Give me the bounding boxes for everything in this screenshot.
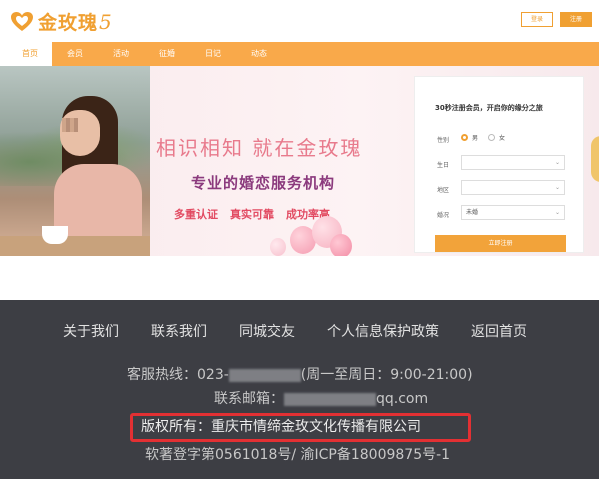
gender-female-radio[interactable]: [488, 134, 496, 141]
heart-logo-icon: [11, 11, 33, 31]
chevron-down-icon: ⌄: [554, 184, 560, 191]
gender-radio-group: 男 女: [461, 133, 505, 142]
gender-male-radio[interactable]: [461, 134, 468, 141]
birthday-label: 生日: [437, 162, 450, 169]
marital-label: 婚况: [437, 212, 450, 219]
balloon-icon: [330, 234, 352, 256]
gender-female-label: 女: [499, 135, 506, 142]
site-footer: 关于我们 联系我们 同城交友 个人信息保护政策 返回首页 客服热线：023- (周…: [0, 300, 599, 479]
nav-item-members[interactable]: 会员: [52, 42, 98, 66]
region-select[interactable]: ⌄: [461, 180, 565, 195]
nav-item-diary[interactable]: 日记: [190, 42, 236, 66]
carousel-arrow[interactable]: [591, 136, 599, 182]
gender-label: 性别: [437, 137, 450, 144]
nav-item-events[interactable]: 活动: [98, 42, 144, 66]
login-button[interactable]: 登录: [521, 12, 553, 27]
nav-item-matchmaking[interactable]: 征婚: [144, 42, 190, 66]
marital-select-value: 未婚: [466, 209, 479, 216]
region-label: 地区: [437, 187, 450, 194]
contact-email: 联系邮箱： qq.com: [214, 388, 428, 408]
chevron-down-icon: ⌄: [554, 209, 560, 216]
copyright-highlight-box: [130, 413, 471, 442]
hotline-prefix: 客服热线：023-: [127, 367, 229, 383]
hero-slogan-sub: 专业的婚恋服务机构: [191, 174, 336, 192]
hero-slogan-main: 相识相知 就在金玫瑰: [156, 136, 363, 160]
page: 金玫瑰 5 登录 注册 首页 会员 活动 征婚 日记 动态 相识相知 就在金玫瑰…: [0, 0, 600, 485]
service-hotline: 客服热线：023- (周一至周日：9:00-21:00): [127, 364, 473, 384]
footer-link-local-dating[interactable]: 同城交友: [239, 321, 295, 341]
site-header: 金玫瑰 5 登录 注册: [0, 0, 600, 42]
footer-link-contact[interactable]: 联系我们: [151, 321, 207, 341]
main-nav: 首页 会员 活动 征婚 日记 动态: [8, 42, 599, 66]
chevron-down-icon: ⌄: [554, 159, 560, 166]
feature-authentic: 真实可靠: [230, 208, 274, 221]
email-domain: qq.com: [376, 391, 429, 407]
hero-photo: [0, 66, 150, 256]
register-button[interactable]: 注册: [560, 12, 592, 27]
feature-verification: 多重认证: [174, 208, 218, 221]
birthday-select[interactable]: ⌄: [461, 155, 565, 170]
email-prefix: 联系邮箱：: [214, 391, 284, 407]
site-logo[interactable]: 金玫瑰 5: [10, 8, 112, 35]
redacted-email: [284, 392, 376, 406]
gender-male-label: 男: [472, 135, 479, 142]
footer-links: 关于我们 联系我们 同城交友 个人信息保护政策 返回首页: [63, 321, 559, 341]
registration-info: 软著登字第0561018号/ 渝ICP备18009875号-1: [145, 447, 451, 463]
register-card-title: 30秒注册会员，开启你的缘分之旅: [435, 104, 543, 112]
register-now-button[interactable]: 立即注册: [435, 235, 566, 252]
marital-select[interactable]: 未婚 ⌄: [461, 205, 565, 220]
quick-register-card: 30秒注册会员，开启你的缘分之旅 性别 男 女 生日 ⌄ 地区 ⌄ 婚况 未婚 …: [414, 76, 584, 253]
nav-item-home[interactable]: 首页: [8, 42, 52, 66]
redacted-phone: [228, 368, 301, 382]
balloon-icon: [270, 238, 286, 256]
nav-item-updates[interactable]: 动态: [236, 42, 282, 66]
logo-text: 金玫瑰: [38, 12, 99, 34]
footer-link-about[interactable]: 关于我们: [63, 321, 119, 341]
hotline-hours: (周一至周日：9:00-21:00): [300, 367, 473, 383]
footer-link-privacy-policy[interactable]: 个人信息保护政策: [327, 321, 439, 341]
coffee-cup-icon: [42, 226, 68, 244]
hero-features: 多重认证 真实可靠 成功率高: [174, 206, 330, 222]
footer-link-home[interactable]: 返回首页: [471, 321, 527, 341]
logo-swirl: 5: [99, 9, 112, 34]
privacy-blur: [62, 118, 78, 132]
